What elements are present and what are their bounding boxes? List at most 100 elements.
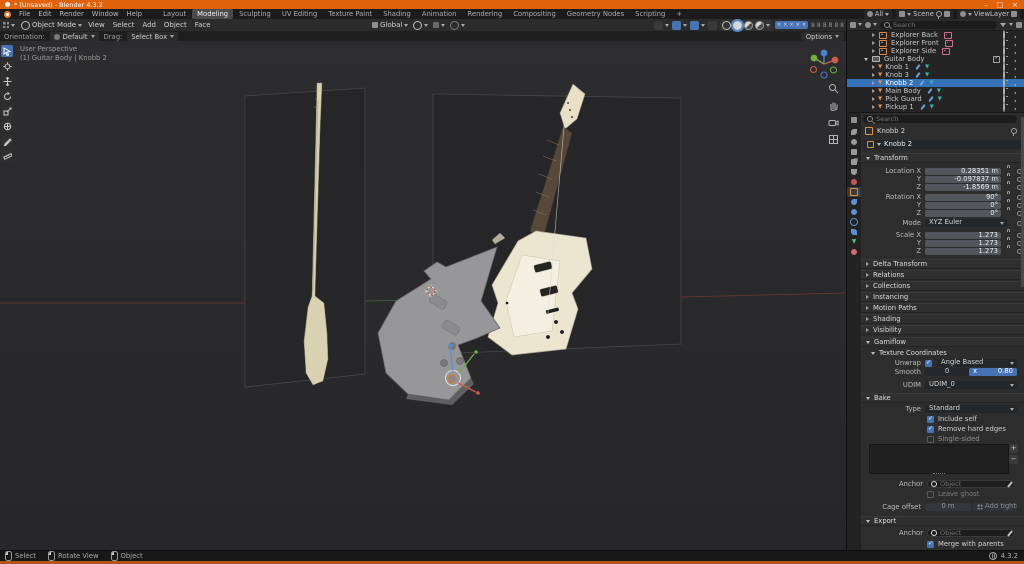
expand-icon[interactable] (872, 41, 875, 45)
options-button[interactable]: Options (800, 32, 844, 41)
location-z-field[interactable]: -1.8569 m (925, 183, 1001, 191)
panel-collections[interactable]: Collections (861, 281, 1024, 291)
remove-item-button[interactable]: − (1009, 455, 1018, 464)
tab-material[interactable] (847, 247, 861, 257)
outliner-search-input[interactable] (893, 20, 993, 29)
outliner-row-knob3[interactable]: ▼ Knob 3 ▼ (847, 70, 1024, 80)
outliner-row-knobb2-selected[interactable]: ▼ Knobb 2 ▼ (847, 78, 1024, 88)
menu-add[interactable]: Add (142, 21, 156, 29)
menu-edit[interactable]: Edit (34, 10, 55, 18)
transform-orientation-selector[interactable]: Global (372, 21, 409, 29)
outliner-display-mode[interactable] (850, 21, 862, 28)
list-resize-handle[interactable] (933, 473, 945, 476)
cage-offset-field[interactable]: 0 m (925, 503, 971, 511)
tab-render[interactable] (847, 137, 861, 147)
expand-icon[interactable] (872, 89, 875, 93)
anchor-object-field[interactable] (927, 480, 1015, 488)
remove-hard-edges-checkbox[interactable] (927, 425, 934, 433)
tab-geometry-nodes[interactable]: Geometry Nodes (562, 9, 629, 19)
tab-sculpting[interactable]: Sculpting (234, 9, 276, 19)
panel-visibility[interactable]: Visibility (861, 325, 1024, 335)
scene-selector[interactable]: Scene (896, 9, 953, 19)
panel-gamiflow[interactable]: Gamiflow (861, 337, 1024, 347)
rotation-mode-dropdown[interactable]: XYZ Euler (925, 219, 1007, 227)
camera-view-icon[interactable] (828, 117, 839, 128)
menu-face[interactable]: Face (195, 21, 211, 29)
properties-search-input[interactable] (876, 115, 1013, 123)
scale-x-field[interactable]: 1.273 (925, 231, 1001, 239)
transform-tool[interactable] (1, 120, 13, 132)
snap-toggle[interactable] (433, 22, 446, 28)
mode-selector[interactable]: Object Mode (21, 20, 83, 30)
transform-panel-header[interactable]: Transform (861, 153, 1024, 163)
minimize-button[interactable]: – (984, 1, 988, 9)
panel-shading[interactable]: Shading (861, 314, 1024, 324)
pin-icon[interactable] (935, 11, 942, 19)
cursor-tool[interactable] (1, 60, 13, 72)
rendered-shading-icon[interactable] (755, 20, 765, 30)
location-x-field[interactable]: 0.28351 m (925, 167, 1001, 175)
scale-z-field[interactable]: 1.273 (925, 247, 1001, 255)
tab-object-active[interactable] (847, 187, 861, 197)
new-scene-icon[interactable] (943, 11, 950, 17)
panel-instancing[interactable]: Instancing (861, 292, 1024, 302)
export-anchor-input[interactable] (940, 529, 1006, 537)
panel-export[interactable]: Export (861, 516, 1024, 526)
udim-dropdown[interactable]: UDIM_0 (925, 381, 1017, 389)
merge-parents-checkbox[interactable] (927, 540, 934, 548)
outliner-search[interactable] (880, 20, 997, 29)
menu-window[interactable]: Window (88, 10, 123, 18)
tab-output[interactable] (847, 147, 861, 157)
leave-ghost-checkbox[interactable] (927, 490, 934, 498)
menu-select[interactable]: Select (113, 21, 135, 29)
tab-layout[interactable]: Layout (158, 9, 191, 19)
tab-texture-paint[interactable]: Texture Paint (323, 9, 377, 19)
menu-file[interactable]: File (15, 10, 34, 18)
unwrap-checkbox[interactable] (925, 359, 932, 367)
eyedropper-icon[interactable] (1006, 529, 1014, 537)
sets-selector[interactable]: All (863, 9, 893, 19)
addon-link-cluster[interactable]: 888888 (811, 22, 844, 29)
wireframe-shading-icon[interactable] (722, 20, 732, 30)
subpanel-texture-coordinates[interactable]: Texture Coordinates (861, 348, 1024, 358)
outliner-row-pickup1[interactable]: ▼ Pickup 1 ▼ (847, 102, 1024, 112)
pin-icon[interactable] (1011, 128, 1017, 136)
object-name-field[interactable]: Knobb 2 (863, 139, 1021, 149)
panel-delta-transform[interactable]: Delta Transform (861, 259, 1024, 269)
properties-search[interactable] (863, 115, 1017, 123)
tab-tool[interactable] (847, 127, 861, 137)
tab-scripting[interactable]: Scripting (630, 9, 670, 19)
outliner-options-icon[interactable] (1016, 21, 1022, 28)
pivot-point-selector[interactable] (413, 20, 429, 30)
tab-constraints[interactable] (847, 227, 861, 237)
smooth-value-field[interactable]: 0 (925, 368, 969, 376)
rotation-x-field[interactable]: 90° (925, 193, 1001, 201)
menu-render[interactable]: Render (56, 10, 88, 18)
addon-toggle-cluster[interactable]: × × × × × (775, 21, 809, 29)
perspective-toggle-icon[interactable] (828, 134, 839, 145)
hide-eye-icon[interactable] (1003, 102, 1005, 112)
unwrap-method-dropdown[interactable]: Angle Based (937, 359, 1017, 367)
viewport-3d[interactable]: User Perspective (1) Guitar Body | Knobb… (0, 41, 847, 550)
navigation-gizmo[interactable] (808, 47, 840, 79)
toggle-xray-button[interactable] (708, 20, 718, 30)
filter-icon[interactable] (1000, 22, 1006, 27)
overlays-dropdown[interactable] (672, 20, 688, 30)
panel-relations[interactable]: Relations (861, 270, 1024, 280)
eyedropper-icon[interactable] (1006, 480, 1014, 488)
outliner-row-explorer-back[interactable]: Explorer Back (847, 30, 1024, 40)
scale-tool[interactable] (1, 105, 13, 117)
viewlayer-selector[interactable]: ViewLayer (956, 9, 1020, 19)
measure-tool[interactable] (1, 150, 13, 162)
blender-menu-icon[interactable] (4, 10, 11, 18)
tab-rendering[interactable]: Rendering (462, 9, 507, 19)
tab-particles[interactable] (847, 207, 861, 217)
close-button[interactable]: × (1012, 1, 1018, 9)
outliner-row-guitar-body[interactable]: Guitar Body ✓ (847, 54, 1024, 64)
rotate-tool[interactable] (1, 90, 13, 102)
properties-editor-selector[interactable] (847, 115, 861, 125)
tab-modifiers[interactable] (847, 197, 861, 207)
show-gizmo-dropdown[interactable] (654, 20, 670, 30)
tab-animation[interactable]: Animation (417, 9, 462, 19)
bake-type-dropdown[interactable]: Standard (925, 405, 1017, 413)
